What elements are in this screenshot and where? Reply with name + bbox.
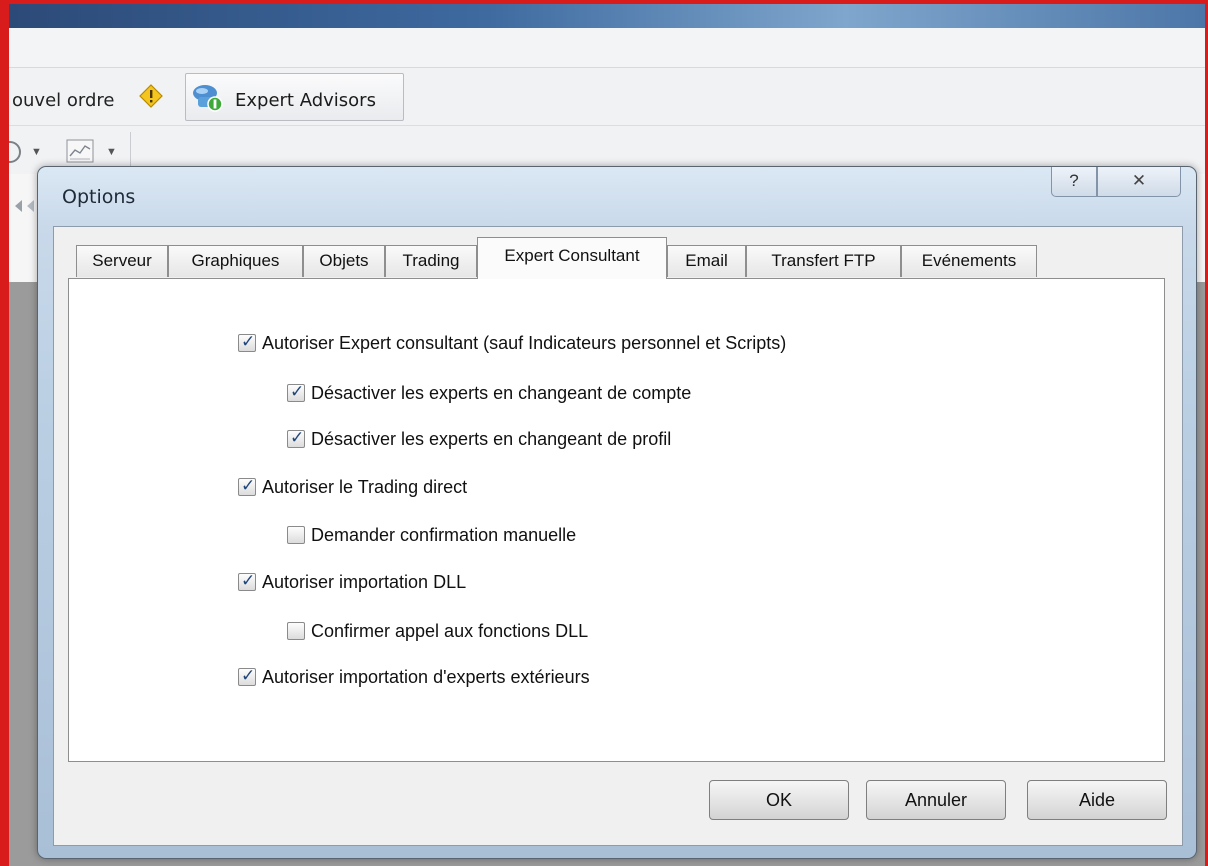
warning-icon bbox=[139, 84, 163, 108]
expert-advisors-label: Expert Advisors bbox=[235, 90, 376, 111]
ask-manual-confirmation-option[interactable]: Demander confirmation manuelle bbox=[287, 523, 576, 547]
option-label: Demander confirmation manuelle bbox=[311, 524, 577, 545]
option-label: Autoriser importation d'experts extérieu… bbox=[262, 666, 590, 687]
button-label: OK bbox=[765, 790, 792, 810]
tab-expert-consultant[interactable]: Expert Consultant bbox=[477, 237, 667, 279]
tab-label: Evénements bbox=[921, 251, 1017, 270]
question-icon: ? bbox=[1069, 171, 1079, 190]
tab-label: Trading bbox=[402, 251, 460, 270]
expert-advisors-icon bbox=[193, 85, 223, 112]
allow-live-trading-option[interactable]: Autoriser le Trading direct bbox=[238, 475, 467, 499]
option-label: Autoriser importation DLL bbox=[262, 571, 467, 592]
chart-template-icon[interactable] bbox=[66, 138, 102, 164]
disable-on-account-change-option[interactable]: Désactiver les experts en changeant de c… bbox=[287, 381, 691, 405]
tab-transfert-ftp[interactable]: Transfert FTP bbox=[746, 245, 901, 277]
tab-evenements[interactable]: Evénements bbox=[901, 245, 1037, 277]
tab-label: Email bbox=[685, 251, 728, 270]
window-titlebar bbox=[9, 4, 1205, 28]
ok-button[interactable]: OK bbox=[709, 780, 849, 820]
tab-label: Serveur bbox=[92, 251, 152, 270]
new-order-button[interactable]: ouvel ordre bbox=[12, 90, 114, 111]
checkbox[interactable] bbox=[238, 476, 256, 496]
tab-serveur[interactable]: Serveur bbox=[76, 245, 168, 277]
tab-label: Objets bbox=[319, 251, 369, 270]
option-label: Autoriser le Trading direct bbox=[262, 476, 468, 497]
allow-expert-advisors-option[interactable]: Autoriser Expert consultant (sauf Indica… bbox=[238, 331, 786, 355]
allow-dll-imports-option[interactable]: Autoriser importation DLL bbox=[238, 570, 466, 594]
dialog-title: Options bbox=[62, 186, 136, 208]
tab-objets[interactable]: Objets bbox=[303, 245, 385, 277]
menu-bar bbox=[9, 28, 1205, 68]
chevron-down-icon[interactable]: ▼ bbox=[31, 146, 42, 158]
tab-email[interactable]: Email bbox=[667, 245, 746, 277]
tab-label: Graphiques bbox=[191, 251, 280, 270]
checkbox[interactable] bbox=[238, 666, 256, 686]
option-label: Confirmer appel aux fonctions DLL bbox=[311, 620, 589, 641]
disable-on-profile-change-option[interactable]: Désactiver les experts en changeant de p… bbox=[287, 427, 671, 451]
close-icon: ✕ bbox=[1131, 171, 1147, 190]
allow-external-experts-option[interactable]: Autoriser importation d'experts extérieu… bbox=[238, 665, 590, 689]
tab-trading[interactable]: Trading bbox=[385, 245, 477, 277]
help-button[interactable]: Aide bbox=[1027, 780, 1167, 820]
tab-label: Expert Consultant bbox=[504, 246, 640, 265]
cancel-button[interactable]: Annuler bbox=[866, 780, 1006, 820]
checkbox[interactable] bbox=[287, 622, 305, 640]
checkbox[interactable] bbox=[287, 428, 305, 448]
button-label: Aide bbox=[1078, 790, 1116, 810]
option-label: Désactiver les experts en changeant de c… bbox=[311, 382, 692, 403]
tab-graphiques[interactable]: Graphiques bbox=[168, 245, 303, 277]
checkbox[interactable] bbox=[287, 382, 305, 402]
checkbox[interactable] bbox=[287, 526, 305, 544]
tab-label: Transfert FTP bbox=[771, 251, 876, 270]
option-label: Autoriser Expert consultant (sauf Indica… bbox=[262, 332, 787, 353]
close-button[interactable]: ✕ bbox=[1097, 167, 1181, 197]
confirm-dll-calls-option[interactable]: Confirmer appel aux fonctions DLL bbox=[287, 619, 588, 643]
help-title-button[interactable]: ? bbox=[1051, 167, 1097, 197]
checkbox[interactable] bbox=[238, 571, 256, 591]
chevron-down-icon[interactable]: ▼ bbox=[106, 146, 117, 158]
option-label: Désactiver les experts en changeant de p… bbox=[311, 428, 672, 449]
button-label: Annuler bbox=[904, 790, 968, 810]
checkbox[interactable] bbox=[238, 332, 256, 352]
